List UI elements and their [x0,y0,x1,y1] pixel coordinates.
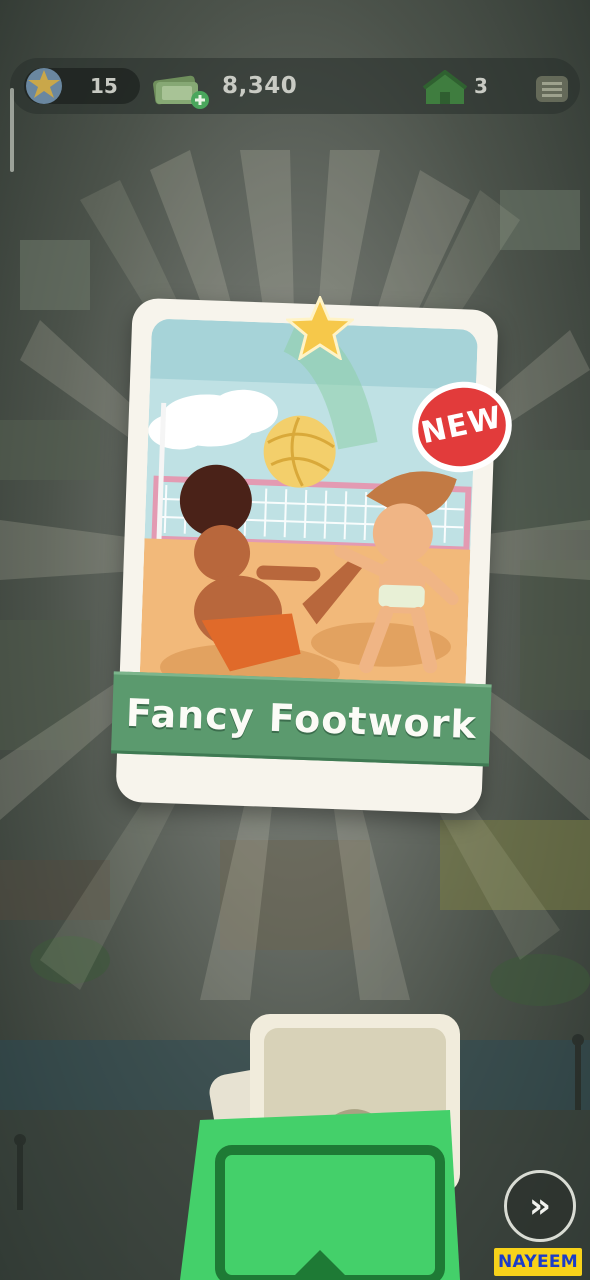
level-badge-icon [26,68,62,104]
top-hud: 15 8,340 3 [10,58,580,114]
level-value: 15 [90,74,118,98]
card-illustration [138,318,478,714]
menu-icon[interactable] [532,72,572,106]
scroll-indicator [10,88,14,172]
house-icon[interactable] [422,70,468,108]
fast-forward-icon[interactable]: » [504,1170,576,1242]
cash-value: 8,340 [222,73,298,99]
cash-stack-icon[interactable] [150,70,214,110]
card-pack-icon[interactable] [160,1000,480,1280]
volleyball-illustration [138,318,478,714]
watermark: NAYEEM [494,1248,582,1276]
star-icon [286,296,354,360]
watermark-text: NAYEEM [497,1252,578,1272]
houses-value: 3 [474,74,488,98]
sticker-card[interactable]: Fancy Footwork [110,297,499,815]
level-pill[interactable]: 15 [24,68,140,104]
card-title: Fancy Footwork [125,690,478,748]
card-title-banner: Fancy Footwork [110,671,492,767]
